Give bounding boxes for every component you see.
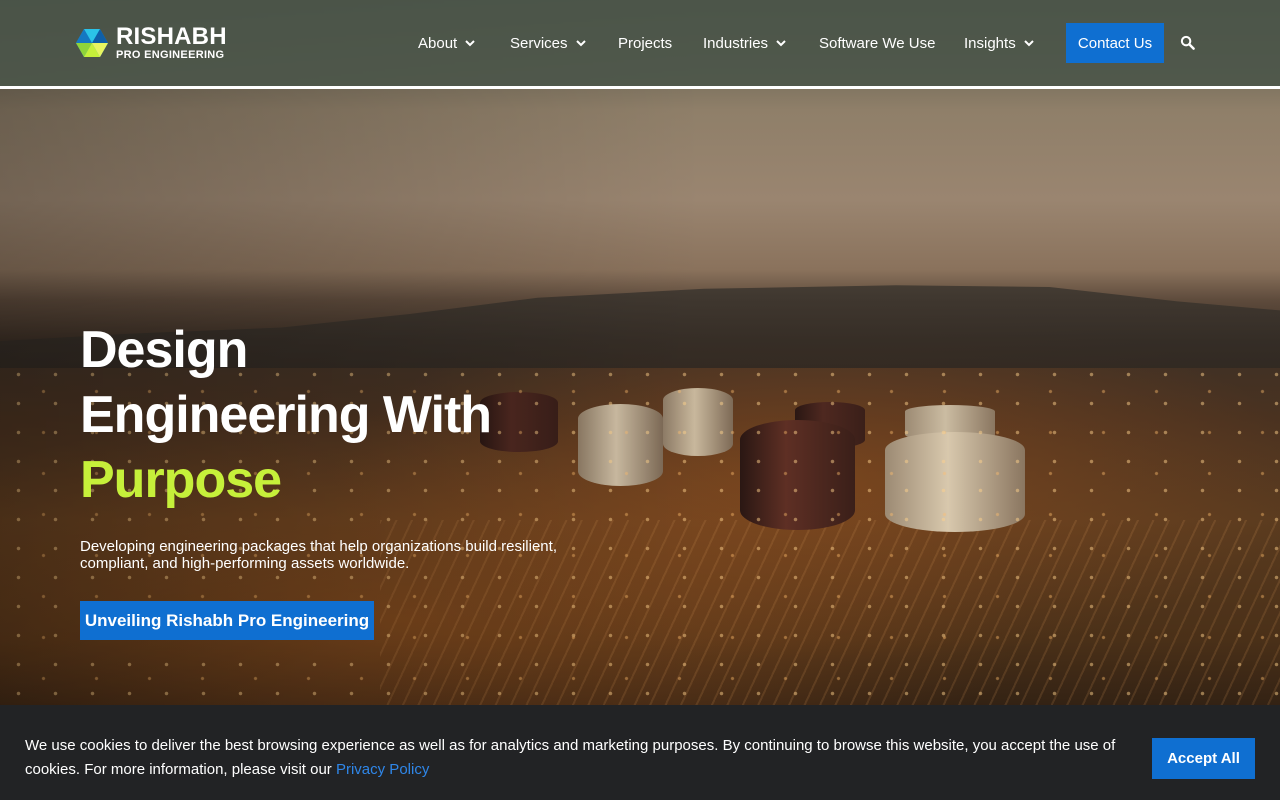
accept-all-button[interactable]: Accept All	[1152, 738, 1255, 779]
cookie-message: We use cookies to deliver the best brows…	[25, 734, 1125, 782]
hero-subtitle: Developing engineering packages that hel…	[80, 538, 557, 572]
search-icon[interactable]	[1180, 35, 1195, 50]
chevron-down-icon	[575, 40, 586, 47]
nav-item-label: Services	[510, 34, 568, 52]
chevron-down-icon	[776, 40, 786, 47]
logo-text: RISHABH PRO ENGINEERING	[116, 25, 227, 61]
hero-cta-button[interactable]: Unveiling Rishabh Pro Engineering	[80, 601, 374, 640]
nav-item-label: Projects	[618, 34, 673, 52]
nav-item-insights[interactable]: Insights	[964, 23, 1034, 63]
logo-tagline: PRO ENGINEERING	[116, 49, 225, 61]
header-divider	[0, 86, 1280, 89]
logo-mark-icon	[76, 29, 108, 57]
nav-item-label: Software We Use	[819, 34, 936, 52]
nav-item-about[interactable]: About	[418, 23, 475, 63]
hero-title-line: Design	[80, 321, 248, 379]
cookie-message-text: We use cookies to deliver the best brows…	[25, 737, 1116, 778]
nav-item-software[interactable]: Software We Use	[819, 23, 935, 63]
nav-item-label: Insights	[964, 34, 1016, 52]
hero-title: Design Engineering With Purpose	[80, 318, 492, 513]
hero-title-accent: Purpose	[80, 451, 282, 509]
nav-item-label: About	[418, 34, 458, 52]
chevron-down-icon	[465, 40, 475, 47]
logo-name: RISHABH	[116, 23, 227, 50]
site-logo[interactable]: RISHABH PRO ENGINEERING	[76, 25, 227, 61]
nav-item-services[interactable]: Services	[510, 23, 586, 63]
site-header: RISHABH PRO ENGINEERING About Services P…	[0, 0, 1280, 86]
chevron-down-icon	[1023, 40, 1034, 47]
hero-title-line: Engineering With	[80, 386, 492, 444]
nav-item-label: Industries	[703, 34, 769, 52]
privacy-policy-link[interactable]: Privacy Policy	[336, 761, 429, 778]
nav-item-industries[interactable]: Industries	[703, 23, 786, 63]
nav-item-projects[interactable]: Projects	[618, 23, 672, 63]
contact-us-button[interactable]: Contact Us	[1066, 23, 1164, 63]
